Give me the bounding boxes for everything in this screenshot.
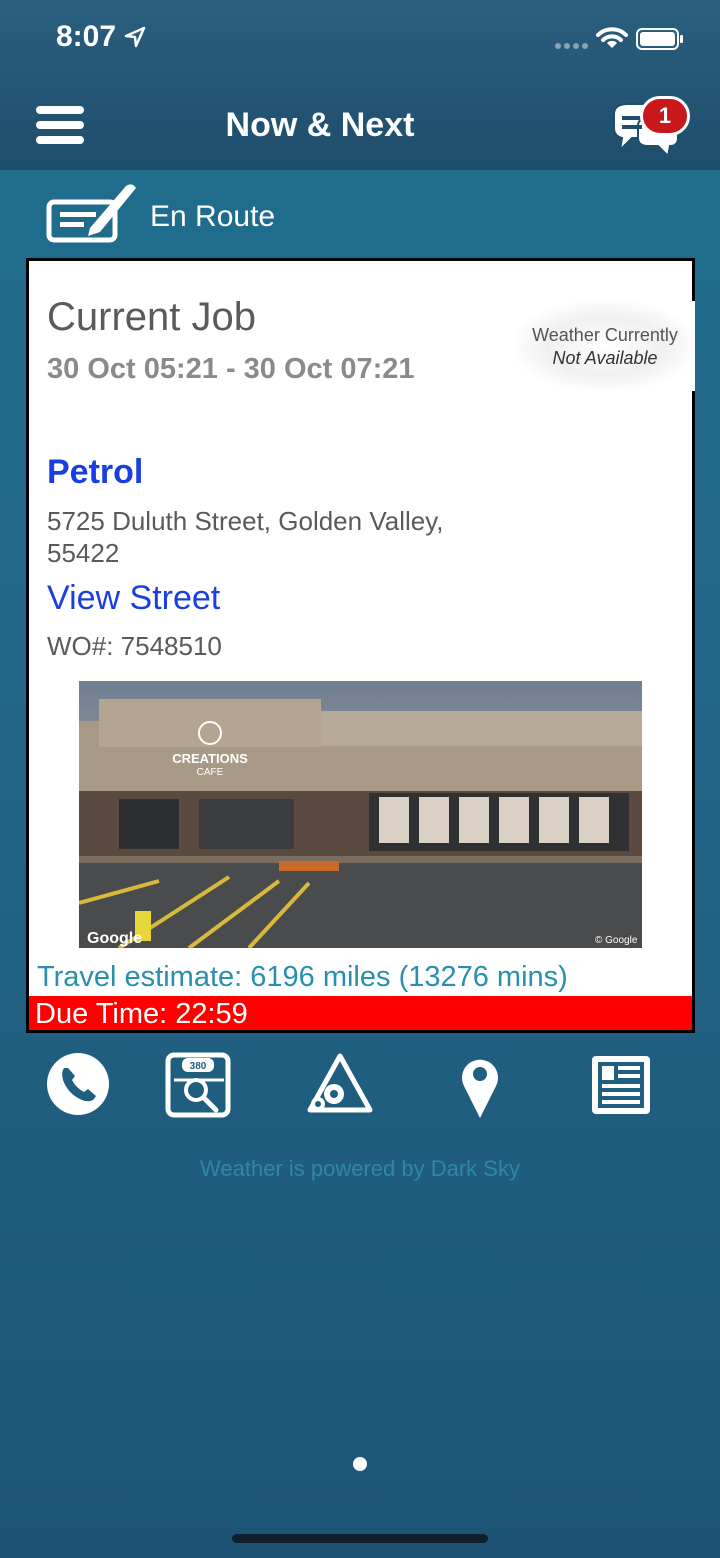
settings-triangle-icon[interactable] xyxy=(304,1050,374,1120)
map-search-icon[interactable]: 380 xyxy=(164,1050,234,1120)
weather-widget: Weather Currently Not Available xyxy=(515,301,695,391)
job-status-row[interactable]: En Route xyxy=(46,178,686,244)
status-time: 8:07 xyxy=(56,20,117,53)
store-sign-text: CREATIONS xyxy=(172,751,248,766)
street-view-photo[interactable]: CREATIONS CAFE Google © Google xyxy=(79,681,642,948)
page-indicator-dot xyxy=(353,1457,367,1471)
current-job-card[interactable]: Current Job 30 Oct 05:21 - 30 Oct 07:21 … xyxy=(26,258,695,1033)
home-indicator xyxy=(232,1534,488,1543)
weather-attribution: Weather is powered by Dark Sky xyxy=(200,1156,520,1181)
wifi-icon xyxy=(596,27,628,48)
top-bar: 8:07 Now & Next 1 xyxy=(0,0,720,170)
job-status-label: En Route xyxy=(150,200,276,233)
weather-status-line1: Weather Currently xyxy=(532,325,678,345)
google-watermark: Google xyxy=(87,930,142,947)
notes-icon[interactable] xyxy=(586,1050,656,1120)
work-order-number: WO#: 7548510 xyxy=(47,631,222,661)
location-arrow-icon xyxy=(124,26,146,48)
svg-text:380: 380 xyxy=(190,1061,207,1072)
page-title: Now & Next xyxy=(225,106,415,144)
battery-icon xyxy=(636,28,683,50)
cellular-signal-icon xyxy=(555,43,588,49)
edit-note-icon xyxy=(46,184,136,243)
due-time-banner: Due Time: 22:59 xyxy=(29,996,692,1030)
google-copyright: © Google xyxy=(595,935,638,946)
notification-badge: 1 xyxy=(640,96,690,136)
location-pin-icon[interactable] xyxy=(446,1050,516,1120)
view-street-link[interactable]: View Street xyxy=(47,579,220,618)
weather-status-line2: Not Available xyxy=(552,348,658,368)
current-job-title: Current Job xyxy=(47,295,256,339)
job-time-range: 30 Oct 05:21 - 30 Oct 07:21 xyxy=(47,353,415,385)
store-sign-subtext: CAFE xyxy=(197,767,224,778)
site-name[interactable]: Petrol xyxy=(47,453,143,492)
site-address: 5725 Duluth Street, Golden Valley, 55422 xyxy=(47,506,444,568)
action-bar: 380 xyxy=(0,1050,720,1130)
travel-estimate: Travel estimate: 6196 miles (13276 mins) xyxy=(37,961,568,993)
phone-icon[interactable] xyxy=(44,1050,114,1120)
